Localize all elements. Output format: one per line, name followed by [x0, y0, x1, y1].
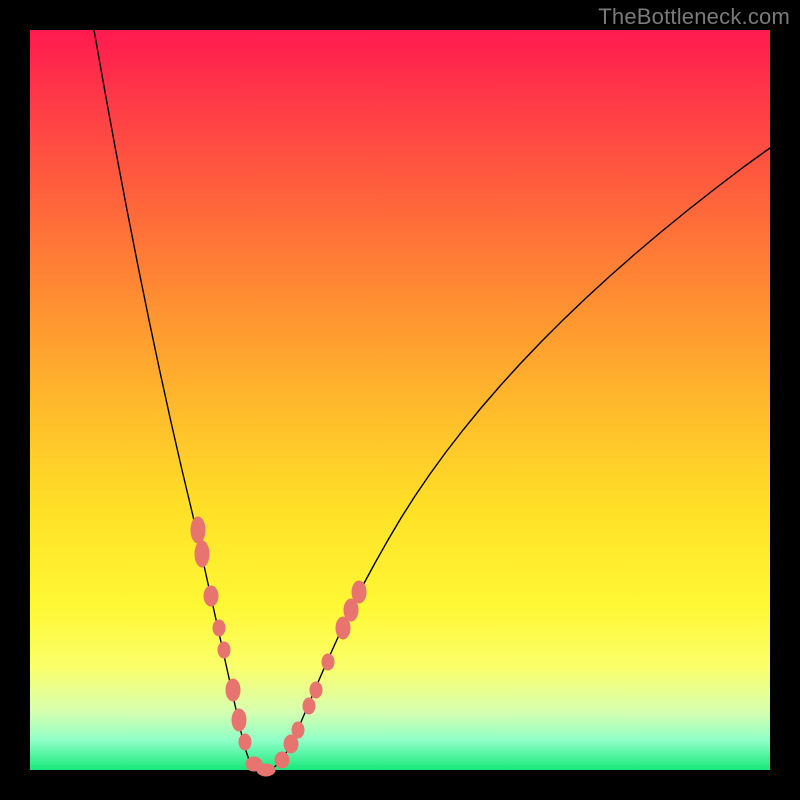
data-marker [204, 586, 218, 606]
data-marker [218, 642, 230, 658]
data-marker [232, 709, 246, 731]
data-marker [239, 734, 251, 750]
data-marker [191, 517, 205, 543]
data-marker [226, 679, 240, 701]
data-marker [213, 620, 225, 636]
data-marker [303, 698, 315, 714]
data-marker [310, 682, 322, 698]
chart-frame: TheBottleneck.com [0, 0, 800, 800]
data-marker [322, 654, 334, 670]
data-marker [257, 764, 275, 776]
data-marker [292, 722, 304, 738]
data-marker [352, 581, 366, 603]
watermark-text: TheBottleneck.com [598, 4, 790, 30]
plot-area [30, 30, 770, 770]
marker-group [191, 517, 366, 776]
bottleneck-curve [94, 30, 770, 770]
data-marker [275, 752, 289, 768]
data-marker [195, 541, 209, 567]
curve-layer [30, 30, 770, 770]
